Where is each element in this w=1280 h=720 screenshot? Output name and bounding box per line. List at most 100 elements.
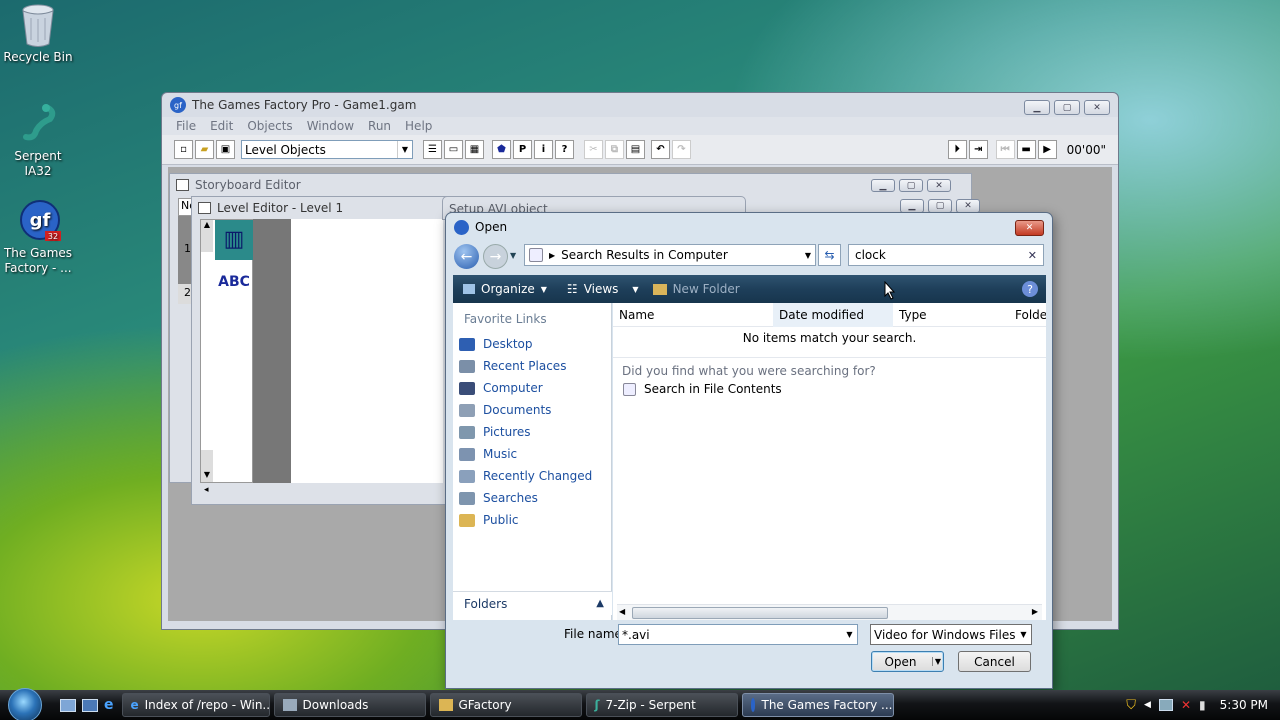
- properties-icon[interactable]: P: [513, 140, 532, 159]
- window-icon[interactable]: ▭: [444, 140, 463, 159]
- taskbar-button-index-of-repo[interactable]: e Index of /repo - Win...: [121, 693, 270, 717]
- nav-link-recent-places[interactable]: Recent Places: [453, 355, 611, 377]
- open-split-arrow-icon[interactable]: ▼: [931, 657, 941, 666]
- scroll-up-icon[interactable]: ▲: [201, 220, 213, 252]
- save-icon[interactable]: ▣: [216, 140, 235, 159]
- nav-link-computer[interactable]: Computer: [453, 377, 611, 399]
- close-button[interactable]: ✕: [1084, 100, 1110, 115]
- redo-icon[interactable]: ↷: [672, 140, 691, 159]
- scroll-right-icon[interactable]: ▶: [1032, 607, 1038, 616]
- desktop-icon-games-factory[interactable]: gf 32 The Games Factory - ...: [0, 198, 76, 276]
- storyboard-minimize-button[interactable]: ▁: [871, 179, 895, 192]
- clear-search-icon[interactable]: ✕: [1028, 249, 1037, 262]
- restart-icon[interactable]: ⏮: [995, 140, 1015, 159]
- object-icon[interactable]: ⬟: [492, 140, 511, 159]
- open-dialog-titlebar[interactable]: Open: [446, 213, 1052, 241]
- column-date-modified[interactable]: Date modified: [773, 302, 893, 327]
- refresh-button[interactable]: ⇆: [818, 244, 841, 266]
- cut-icon[interactable]: ✂: [584, 140, 603, 159]
- desktop-icon-serpent[interactable]: Serpent IA32: [0, 101, 76, 179]
- record-icon[interactable]: ▬: [1016, 140, 1036, 159]
- storyboard-maximize-button[interactable]: ▢: [899, 179, 923, 192]
- forward-button[interactable]: →: [483, 244, 508, 269]
- internet-explorer-icon[interactable]: e: [104, 697, 114, 713]
- desktop-icon-recycle-bin[interactable]: Recycle Bin: [0, 2, 76, 65]
- volume-muted-icon[interactable]: ✕: [1181, 698, 1191, 712]
- file-name-combo[interactable]: *.avi ▼: [618, 624, 858, 645]
- file-name-input[interactable]: *.avi: [622, 628, 650, 642]
- nav-link-searches[interactable]: Searches: [453, 487, 611, 509]
- level-editor-titlebar[interactable]: Level Editor - Level 1: [192, 197, 450, 219]
- run-application-icon[interactable]: ⏵: [947, 140, 967, 159]
- open-button[interactable]: Open ▼: [871, 651, 944, 672]
- setup-avi-minimize-button[interactable]: ▁: [900, 199, 924, 213]
- start-button[interactable]: [0, 688, 50, 720]
- text-object-abc[interactable]: ABC: [215, 274, 253, 290]
- network-icon[interactable]: [1158, 699, 1173, 711]
- storyboard-close-button[interactable]: ✕: [927, 179, 951, 192]
- taskbar-button-downloads[interactable]: Downloads: [273, 693, 426, 717]
- file-type-combo[interactable]: Video for Windows Files ▼: [870, 624, 1032, 645]
- show-desktop-icon[interactable]: [60, 698, 76, 712]
- scroll-down-icon[interactable]: ▼: [201, 450, 213, 482]
- cancel-button[interactable]: Cancel: [958, 651, 1031, 672]
- column-type[interactable]: Type: [893, 308, 1013, 322]
- menu-window[interactable]: Window: [307, 119, 354, 133]
- views-button[interactable]: ☷ Views ▼: [567, 282, 639, 296]
- menu-run[interactable]: Run: [368, 119, 391, 133]
- taskbar-button-7zip[interactable]: ʃ 7-Zip - Serpent: [585, 693, 738, 717]
- nav-link-public[interactable]: Public: [453, 509, 611, 531]
- help-icon[interactable]: ?: [1022, 281, 1038, 297]
- help-icon[interactable]: ?: [555, 140, 574, 159]
- open-folder-icon[interactable]: ▰: [195, 140, 214, 159]
- minimize-button[interactable]: ▁: [1024, 100, 1050, 115]
- taskbar-button-games-factory[interactable]: The Games Factory ...: [741, 693, 894, 717]
- copy-icon[interactable]: ⧉: [605, 140, 624, 159]
- list-view-icon[interactable]: ☰: [423, 140, 442, 159]
- new-file-icon[interactable]: ▫: [174, 140, 193, 159]
- back-button[interactable]: ←: [454, 244, 479, 269]
- scroll-left-icon[interactable]: ◂: [204, 485, 209, 495]
- setup-avi-maximize-button[interactable]: ▢: [928, 199, 952, 213]
- info-icon[interactable]: i: [534, 140, 553, 159]
- paste-icon[interactable]: ▤: [626, 140, 645, 159]
- menu-objects[interactable]: Objects: [247, 119, 292, 133]
- run-frame-icon[interactable]: ⇥: [968, 140, 988, 159]
- folders-toggle[interactable]: Folders ▲: [453, 591, 612, 615]
- address-dropdown-icon[interactable]: ▼: [805, 251, 811, 260]
- level-frame[interactable]: [291, 219, 443, 483]
- open-dialog-close-button[interactable]: ✕: [1015, 220, 1044, 236]
- grid-icon[interactable]: ▦: [465, 140, 484, 159]
- column-folder[interactable]: Folde: [1013, 308, 1046, 322]
- horizontal-scrollbar[interactable]: ◀ ▶: [617, 604, 1042, 620]
- menu-file[interactable]: File: [176, 119, 196, 133]
- address-bar[interactable]: ▶ Search Results in Computer ▼: [524, 244, 816, 266]
- nav-link-documents[interactable]: Documents: [453, 399, 611, 421]
- film-object-icon[interactable]: ▥: [215, 220, 253, 260]
- recent-pages-chevron-icon[interactable]: ▼: [510, 251, 516, 260]
- search-box[interactable]: clock ✕: [848, 244, 1044, 266]
- security-shield-icon[interactable]: ⛉: [1126, 698, 1136, 713]
- taskbar-button-gfactory[interactable]: GFactory: [429, 693, 582, 717]
- nav-link-music[interactable]: Music: [453, 443, 611, 465]
- scroll-thumb[interactable]: [632, 607, 888, 619]
- nav-link-pictures[interactable]: Pictures: [453, 421, 611, 443]
- app-titlebar[interactable]: gf The Games Factory Pro - Game1.gam: [162, 93, 1118, 117]
- menu-edit[interactable]: Edit: [210, 119, 233, 133]
- play-icon[interactable]: ▶: [1037, 140, 1057, 159]
- setup-avi-close-button[interactable]: ✕: [956, 199, 980, 213]
- scroll-left-icon[interactable]: ◀: [619, 607, 625, 616]
- power-icon[interactable]: ▮: [1199, 698, 1206, 712]
- maximize-button[interactable]: ▢: [1054, 100, 1080, 115]
- objects-combo[interactable]: Level Objects ▼: [241, 140, 413, 159]
- organize-button[interactable]: Organize ▼: [463, 282, 547, 296]
- undo-icon[interactable]: ↶: [651, 140, 670, 159]
- column-name[interactable]: Name: [613, 308, 773, 322]
- tray-arrow-icon[interactable]: ◀: [1144, 700, 1151, 710]
- menu-help[interactable]: Help: [405, 119, 432, 133]
- search-in-file-contents-link[interactable]: Search in File Contents: [613, 382, 1046, 396]
- nav-link-recently-changed[interactable]: Recently Changed: [453, 465, 611, 487]
- search-input[interactable]: clock: [855, 248, 886, 262]
- switch-windows-icon[interactable]: [82, 698, 98, 712]
- storyboard-titlebar[interactable]: Storyboard Editor: [170, 174, 971, 196]
